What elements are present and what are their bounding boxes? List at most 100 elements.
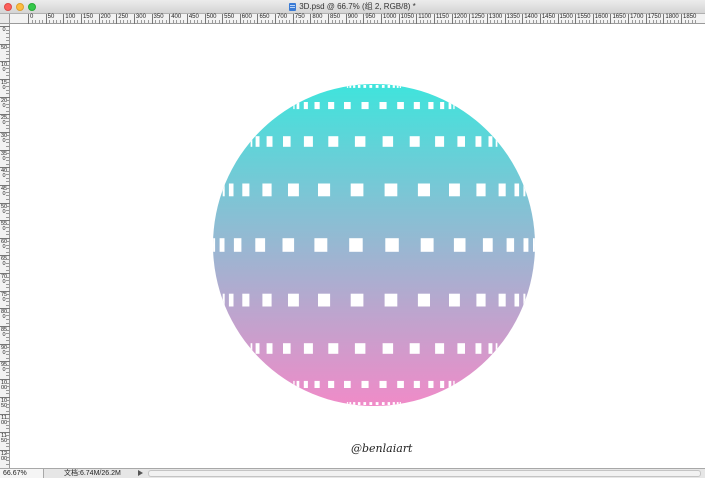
ruler-minor-tick [200,20,202,23]
sphere-tile [457,343,465,354]
sphere-tile [357,85,361,88]
sphere-tile [488,343,493,354]
ruler-minor-tick [109,20,111,23]
sphere-tile [293,102,295,110]
ruler-minor-tick [6,269,9,271]
ruler-minor-tick [430,20,432,23]
ruler-minor-tick [405,20,407,23]
sphere-tile [498,183,506,197]
ruler-minor-tick [695,20,697,23]
ruler-minor-tick [6,216,9,218]
ruler-major-tick [469,14,471,24]
sphere-tile [417,293,430,307]
sphere-tile [409,343,420,354]
ruler-minor-tick [352,20,354,23]
sphere-tile [250,343,253,354]
ruler-minor-tick [264,20,266,23]
status-menu-arrow-icon[interactable] [138,470,143,476]
window-title-wrap: 3D.psd @ 66.7% (组 2, RGB/8) * [0,0,705,14]
ruler-major-tick [522,14,524,24]
ruler-minor-tick [6,403,9,405]
ruler-minor-tick [356,20,358,23]
ruler-minor-tick [543,20,545,23]
ruler-minor-tick [6,336,9,338]
sphere-tile [288,183,299,197]
ruler-minor-tick [320,20,322,23]
ruler-minor-tick [395,20,397,23]
ruler-minor-tick [6,304,9,306]
ruler-minor-tick [208,20,210,23]
ruler-minor-tick [38,20,40,23]
sphere-tile [379,102,387,110]
ruler-minor-tick [532,20,534,23]
window-title: 3D.psd @ 66.7% (组 2, RGB/8) * [299,2,416,11]
ruler-minor-tick [423,20,425,23]
horizontal-scrollbar[interactable] [148,470,701,477]
sphere-tile [449,183,460,197]
sphere-tile [413,102,420,110]
zoom-level-field[interactable]: 66.67% [0,469,44,478]
ruler-minor-tick [525,20,527,23]
ruler-minor-tick [6,460,9,462]
sphere-tile [440,380,445,388]
ruler-major-tick [169,14,171,24]
ruler-minor-tick [52,20,54,23]
ruler-minor-tick [6,117,9,119]
ruler-minor-tick [6,40,9,42]
ruler-minor-tick [6,138,9,140]
sphere-tile [328,343,339,354]
sphere-tile [385,238,399,252]
sphere-tile [222,183,225,197]
ruler-major-tick [398,14,400,24]
sphere-tile [354,136,366,147]
ruler-minor-tick [6,86,9,87]
ruler-minor-tick [568,20,570,23]
ruler-minor-tick [564,20,566,23]
ruler-minor-tick [659,20,661,23]
ruler-major-tick [98,14,100,24]
ruler-minor-tick [617,20,619,23]
ruler-minor-tick [6,71,9,73]
document-size-info[interactable]: 文档:6.74M/26.2M [64,469,121,478]
ruler-minor-tick [6,371,9,373]
ruler-origin-corner[interactable] [0,14,10,24]
sphere-tile [353,85,356,88]
ruler-minor-tick [6,124,9,126]
ruler-minor-tick [6,280,9,282]
ruler-minor-tick [6,322,9,324]
sphere-tile [353,402,356,405]
sphere-tile [417,183,430,197]
ruler-minor-tick [373,20,375,23]
ruler-minor-tick [158,20,160,23]
ruler-minor-tick [6,407,9,409]
ruler-major-tick [416,14,418,24]
ruler-minor-tick [511,20,513,23]
ruler-minor-tick [6,439,9,440]
sphere-tile [266,136,273,147]
ruler-minor-tick [462,20,464,23]
ruler-minor-tick [218,20,220,23]
ruler-minor-tick [670,20,672,23]
ruler-minor-tick [88,20,89,23]
vertical-ruler[interactable]: 0 50 100 150 200 250 300 350 400 450 500 550 600 650 7… [0,24,10,468]
document-canvas[interactable]: @benlaiart [10,24,705,468]
sphere-tile [448,102,452,110]
ruler-minor-tick [95,20,97,23]
ruler-minor-tick [6,456,9,458]
ruler-major-tick [451,14,453,24]
ruler-major-tick [292,14,294,24]
ruler-minor-tick [253,20,255,23]
ruler-minor-tick [59,20,61,23]
sphere-tile [453,102,455,110]
ruler-minor-tick [6,156,9,158]
sphere-tile [262,293,272,307]
ruler-minor-tick [6,64,9,66]
sphere-tile [344,102,351,110]
ruler-minor-tick [6,389,9,391]
ruler-minor-tick [91,20,93,23]
ruler-minor-tick [6,209,9,211]
sphere-tile [369,402,373,405]
ruler-minor-tick [278,20,280,23]
ruler-minor-tick [589,20,591,23]
horizontal-ruler[interactable]: 0 50 100 150 200 250 300 350 400 450 500 550 600 650 7… [0,14,705,24]
